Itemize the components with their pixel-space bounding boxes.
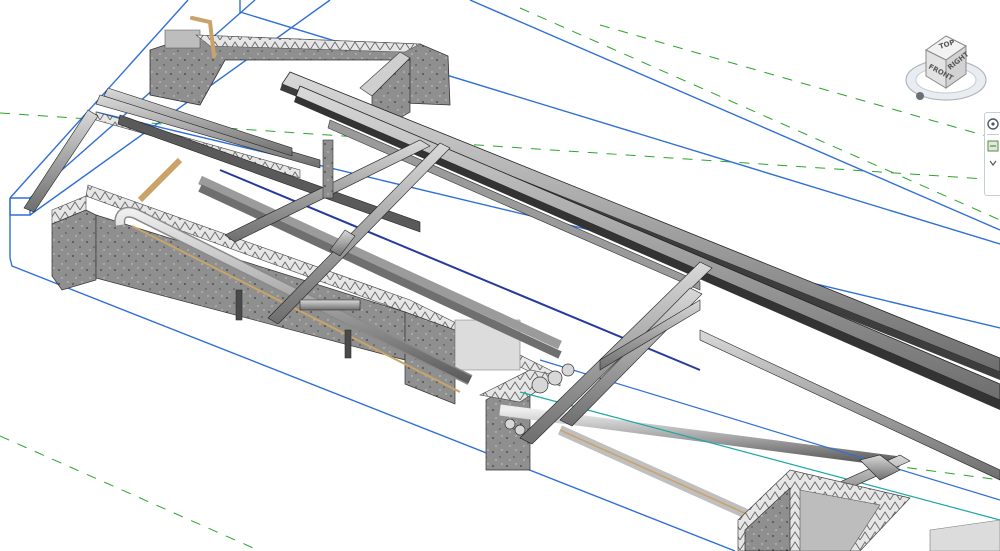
lower-pit — [737, 469, 1000, 551]
home-icon[interactable] — [916, 92, 924, 100]
3d-viewport[interactable]: TOP FRONT RIGHT — [0, 0, 1000, 551]
steering-wheel-icon[interactable] — [987, 118, 999, 130]
zoom-icon[interactable] — [987, 140, 999, 152]
navigation-bar[interactable] — [984, 112, 1000, 196]
viewcube-icon[interactable]: TOP FRONT RIGHT — [900, 28, 1000, 108]
model-canvas[interactable] — [0, 0, 1000, 551]
zoom-dropdown-icon[interactable] — [987, 157, 999, 169]
navigation-bar-divider — [987, 134, 999, 135]
